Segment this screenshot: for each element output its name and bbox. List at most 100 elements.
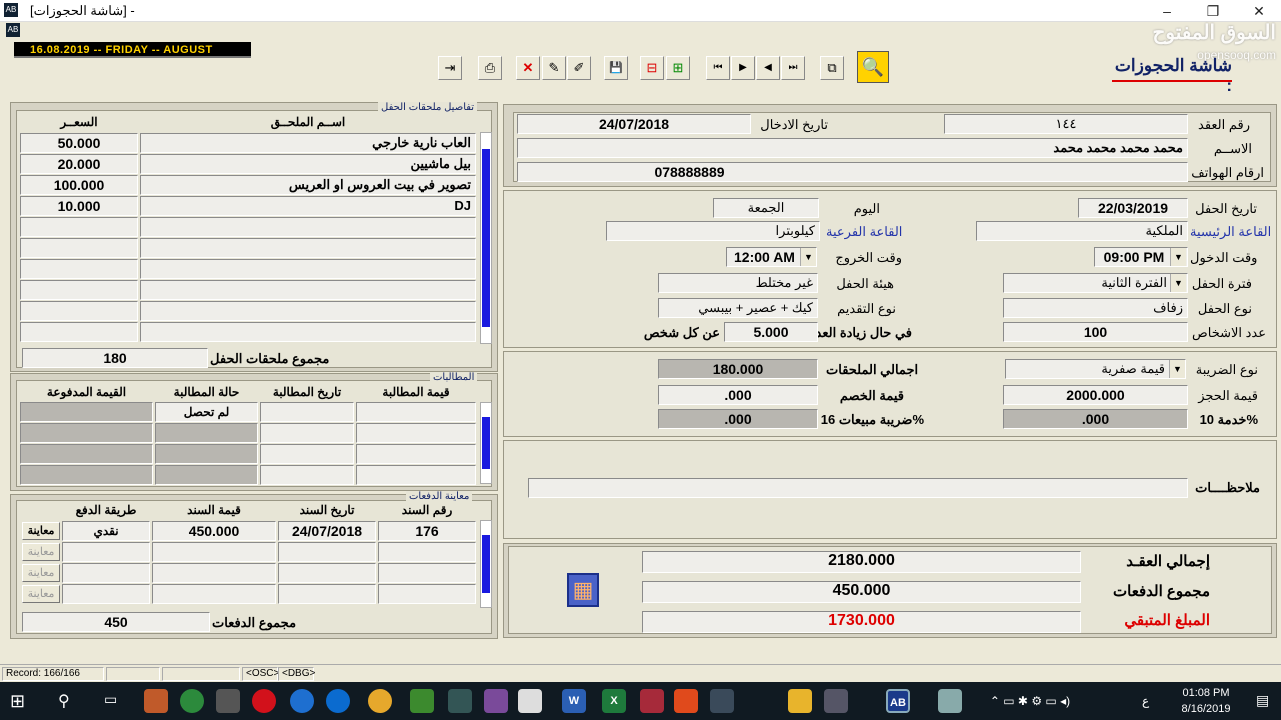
period-select[interactable]: الفترة الثانية (1003, 273, 1188, 293)
app-icon-3[interactable] (216, 689, 240, 713)
app-icon-8[interactable] (410, 689, 434, 713)
word-icon[interactable]: W (562, 689, 586, 713)
chevron-down-icon[interactable]: ▼ (1169, 360, 1185, 378)
payment-value-cell[interactable] (152, 584, 276, 604)
payment-no-cell[interactable] (378, 542, 476, 562)
addon-name-cell[interactable]: DJ (140, 196, 476, 216)
app-icon-10[interactable] (484, 689, 508, 713)
close-window-button[interactable]: ✕ (1236, 0, 1281, 22)
addon-price-cell[interactable] (20, 280, 138, 300)
payment-value-cell[interactable] (152, 563, 276, 583)
addons-scrollbar[interactable] (480, 132, 492, 344)
addon-name-cell[interactable] (140, 238, 476, 258)
payment-method-cell[interactable]: نقدي (62, 521, 150, 541)
claim-date-cell[interactable] (260, 423, 354, 443)
payment-method-cell[interactable] (62, 584, 150, 604)
claims-scrollbar[interactable] (480, 402, 492, 484)
edit-button[interactable]: ✎ (542, 56, 566, 80)
save-button[interactable]: 💾 (604, 56, 628, 80)
notes-field[interactable] (528, 478, 1188, 498)
serving-field[interactable]: كيك + عصير + بيبسي (658, 298, 818, 318)
booking-value-field[interactable]: 2000.000 (1003, 385, 1188, 405)
app-icon-18[interactable] (824, 689, 848, 713)
app-icon-11[interactable] (518, 689, 542, 713)
addon-price-cell[interactable]: 20.000 (20, 154, 138, 174)
payment-method-cell[interactable] (62, 542, 150, 562)
payment-no-cell[interactable] (378, 584, 476, 604)
party-date-field[interactable]: 22/03/2019 (1078, 198, 1188, 218)
chevron-down-icon[interactable]: ▼ (1170, 274, 1186, 292)
addon-price-cell[interactable] (20, 217, 138, 237)
chevron-down-icon[interactable]: ▼ (800, 248, 816, 266)
app-icon-9[interactable] (448, 689, 472, 713)
view-payment-button[interactable]: معاينة (22, 564, 60, 582)
payment-date-cell[interactable] (278, 584, 376, 604)
active-app-icon[interactable]: AB (886, 689, 910, 713)
form-field[interactable]: غير مختلط (658, 273, 818, 293)
addon-name-cell[interactable] (140, 259, 476, 279)
persons-field[interactable]: 100 (1003, 322, 1188, 342)
first-record-button[interactable]: ⏮ (706, 56, 730, 80)
delete-button[interactable]: ✕ (516, 56, 540, 80)
claim-value-cell[interactable] (356, 444, 476, 464)
view-payment-button[interactable]: معاينة (22, 585, 60, 603)
windows-start-icon[interactable]: ⊞ (10, 691, 30, 711)
language-indicator[interactable]: ع (1142, 694, 1149, 708)
claim-status-cell[interactable] (155, 444, 258, 464)
sub-hall-field[interactable]: كيلوبترا (606, 221, 820, 241)
view-payment-button[interactable]: معاينة (22, 543, 60, 561)
clock-date[interactable]: 8/16/2019 (1166, 703, 1246, 715)
claim-status-cell[interactable] (155, 465, 258, 485)
addon-price-cell[interactable] (20, 259, 138, 279)
prev-record-button[interactable]: ◀ (756, 56, 780, 80)
addon-price-cell[interactable]: 50.000 (20, 133, 138, 153)
chevron-down-icon[interactable]: ▼ (1170, 248, 1186, 266)
claim-value-cell[interactable] (356, 423, 476, 443)
claim-status-cell[interactable]: لم تحصل (155, 402, 258, 422)
edge-icon[interactable] (326, 689, 350, 713)
app-icon-20[interactable] (938, 689, 962, 713)
payment-date-cell[interactable] (278, 542, 376, 562)
notification-icon[interactable]: ▤ (1256, 692, 1269, 709)
view-payment-button[interactable]: معاينة (22, 522, 60, 540)
opera-icon[interactable] (252, 689, 276, 713)
addon-name-cell[interactable]: بيل ماشيين (140, 154, 476, 174)
addon-name-cell[interactable] (140, 322, 476, 342)
edit-alt-button[interactable]: ✐ (567, 56, 591, 80)
name-field[interactable]: محمد محمد محمد محمد (517, 138, 1188, 158)
addon-price-cell[interactable] (20, 322, 138, 342)
exit-button[interactable]: ⇥ (438, 56, 462, 80)
search-button[interactable]: 🔍 (857, 51, 889, 83)
remove-row-button[interactable]: ⊟ (640, 56, 664, 80)
addon-name-cell[interactable] (140, 301, 476, 321)
claim-date-cell[interactable] (260, 402, 354, 422)
add-row-button[interactable]: ⊞ (666, 56, 690, 80)
tray-icons[interactable]: ⌃ ▭ ✱ ⚙ ▭ ◂) (980, 694, 1080, 708)
addon-name-cell[interactable] (140, 217, 476, 237)
task-view-icon[interactable]: ▭ (104, 691, 117, 708)
payment-no-cell[interactable]: 176 (378, 521, 476, 541)
folder-icon[interactable] (788, 689, 812, 713)
addon-price-cell[interactable]: 100.000 (20, 175, 138, 195)
party-type-field[interactable]: زفاف (1003, 298, 1188, 318)
excel-icon[interactable]: X (602, 689, 626, 713)
app-icon-16[interactable] (710, 689, 734, 713)
addon-name-cell[interactable] (140, 280, 476, 300)
ie-icon[interactable] (290, 689, 314, 713)
payment-method-cell[interactable] (62, 563, 150, 583)
claim-date-cell[interactable] (260, 444, 354, 464)
brave-icon[interactable] (674, 689, 698, 713)
payment-date-cell[interactable] (278, 563, 376, 583)
addon-price-cell[interactable] (20, 301, 138, 321)
increase-field[interactable]: 5.000 (724, 322, 818, 342)
payment-value-cell[interactable] (152, 542, 276, 562)
minimize-button[interactable]: – (1144, 0, 1190, 22)
payment-date-cell[interactable]: 24/07/2018 (278, 521, 376, 541)
access-icon[interactable] (640, 689, 664, 713)
print-button[interactable]: ⎙ (478, 56, 502, 80)
contract-no-field[interactable]: ١٤٤ (944, 114, 1188, 134)
entry-date-field[interactable]: 24/07/2018 (517, 114, 751, 134)
payment-no-cell[interactable] (378, 563, 476, 583)
next-record-button[interactable]: ▶ (731, 56, 755, 80)
maximize-button[interactable]: ❐ (1190, 0, 1236, 22)
